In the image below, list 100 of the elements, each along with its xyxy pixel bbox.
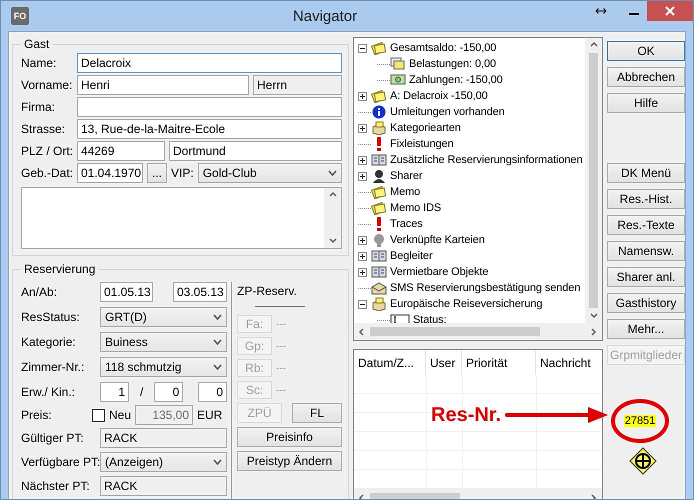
dropdown[interactable]: GRT(D) [100, 307, 227, 327]
tree-item[interactable]: Begleiter [390, 250, 433, 262]
group-title: Reservierung [23, 262, 96, 276]
plus-icon [359, 156, 366, 164]
column-header[interactable]: Priorität [462, 350, 536, 375]
app-icon: FO [11, 7, 29, 25]
tree-item[interactable]: Europäische Reiseversicherung [390, 298, 542, 310]
notes-icon [371, 41, 387, 55]
dialog-button[interactable]: Namensw. [607, 241, 686, 261]
dropdown[interactable]: Gold-Club [198, 163, 342, 183]
dialog-button[interactable]: DK Menü [607, 163, 686, 183]
field-label: ResStatus: [21, 310, 81, 324]
tree-item[interactable]: A: Delacroix -150,00 [390, 90, 488, 102]
dialog-button[interactable]: Abbrechen [607, 67, 686, 87]
expand-toggle[interactable] [358, 156, 367, 164]
dropdown-caret-icon [213, 459, 222, 465]
book-icon [371, 265, 387, 279]
field-label: Strasse: [21, 122, 66, 136]
dropdown[interactable]: (Anzeigen) [100, 452, 227, 472]
tree-item[interactable]: Zusätzliche Reservierungsinformationen [390, 154, 582, 166]
tree-item[interactable]: Traces [390, 218, 423, 230]
dialog-button[interactable]: OK [607, 41, 686, 61]
company-field[interactable] [77, 97, 342, 117]
street-field[interactable]: 13, Rue-de-la-Maitre-Ecole [77, 119, 342, 139]
group-title: Gast [23, 37, 50, 51]
tree-item[interactable]: Umleitungen vorhanden [390, 106, 505, 118]
field-label: VIP: [171, 166, 194, 180]
reservation-number: 27851 [624, 415, 656, 427]
book-icon [371, 153, 387, 167]
expand-toggle[interactable] [358, 252, 367, 260]
dialog-button[interactable]: Hilfe [607, 93, 686, 113]
value-text: --- [276, 318, 286, 330]
column-header[interactable]: Datum/Z... [354, 350, 426, 375]
value-text: --- [276, 362, 286, 374]
salutation-field[interactable]: Herrn [253, 75, 342, 95]
close-button[interactable] [647, 1, 693, 21]
dialog-button[interactable]: Sharer anl. [607, 267, 686, 287]
scrollbar[interactable] [354, 323, 602, 340]
arrival-date-field[interactable]: 01.05.13 [100, 282, 153, 302]
value-text: --- [276, 384, 286, 396]
dropdown-caret-icon [213, 364, 222, 370]
first-name-field[interactable]: Henri [77, 75, 249, 95]
memo-field[interactable] [21, 187, 342, 249]
tree-item[interactable]: Verknüpfte Karteien [390, 234, 485, 246]
children-field[interactable]: 0 [154, 382, 184, 402]
checkbox[interactable] [92, 408, 105, 422]
tree-item[interactable]: Vermietbare Objekte [390, 266, 488, 278]
column-header[interactable]: Nachricht [536, 350, 602, 375]
field-label: Zimmer-Nr.: [21, 360, 86, 374]
dialog-button[interactable]: Res.-Hist. [607, 189, 686, 209]
dropdown[interactable]: Buiness [100, 332, 227, 352]
collapse-toggle[interactable] [358, 300, 367, 308]
plus-icon [359, 268, 366, 276]
value-text: --- [276, 340, 286, 352]
tree-item[interactable]: Zahlungen: -150,00 [409, 74, 503, 86]
dialog-button[interactable]: Gasthistory [607, 293, 686, 313]
adults-field[interactable]: 1 [100, 382, 129, 402]
dialog-button[interactable]: Res.-Texte [607, 215, 686, 235]
column-header[interactable]: User [426, 350, 462, 375]
action-button[interactable]: Preistyp Ändern [237, 451, 342, 471]
action-button[interactable]: Preisinfo [237, 427, 342, 447]
tree-item[interactable]: Sharer [390, 170, 422, 182]
price-field: 135,00 [135, 405, 194, 425]
date-picker-button[interactable]: ... [147, 163, 167, 183]
notes-icon [371, 185, 387, 199]
tree-item[interactable]: Memo IDS [390, 202, 442, 214]
tree-item[interactable]: Kategoriearten [390, 122, 461, 134]
expand-toggle[interactable] [358, 124, 367, 132]
children-field[interactable]: 0 [198, 382, 227, 402]
city-field[interactable]: Dortmund [169, 141, 342, 161]
banknote-icon [390, 73, 406, 87]
resize-icon [595, 7, 607, 15]
expand-toggle[interactable] [358, 268, 367, 276]
tree-item[interactable]: Gesamtsaldo: -150,00 [390, 42, 496, 54]
tree-item[interactable]: Belastungen: 0,00 [409, 58, 496, 70]
expand-toggle[interactable] [358, 236, 367, 244]
birth-date-field[interactable]: 01.04.1970 [77, 163, 143, 183]
section-title: ZP-Reserv. [237, 284, 298, 298]
envelope-icon [371, 281, 387, 295]
box-icon [371, 297, 387, 311]
expand-toggle[interactable] [358, 92, 367, 100]
field-label: Erw./ Kin.: [21, 385, 76, 399]
scrollbar[interactable] [324, 188, 341, 248]
dropdown[interactable]: 118 schmutzig [100, 357, 227, 377]
field-label: Preis: [21, 408, 53, 422]
tree-item[interactable]: Memo [390, 186, 420, 198]
zip-field[interactable]: 44269 [77, 141, 165, 161]
tree-item[interactable]: Status: [413, 314, 447, 323]
dialog-button[interactable]: Mehr... [607, 319, 686, 339]
expand-toggle[interactable] [358, 172, 367, 180]
name-field[interactable]: Delacroix [77, 53, 342, 73]
collapse-toggle[interactable] [358, 44, 367, 52]
compass-icon [629, 447, 657, 475]
departure-date-field[interactable]: 03.05.13 [173, 282, 227, 302]
field-label: Vorname: [21, 78, 73, 92]
action-button[interactable]: FL [292, 403, 342, 423]
scrollbar[interactable] [585, 38, 602, 323]
tree-item[interactable]: SMS Reservierungsbestätigung senden [390, 282, 580, 294]
box-icon [371, 121, 387, 135]
tree-item[interactable]: Fixleistungen [390, 138, 454, 150]
